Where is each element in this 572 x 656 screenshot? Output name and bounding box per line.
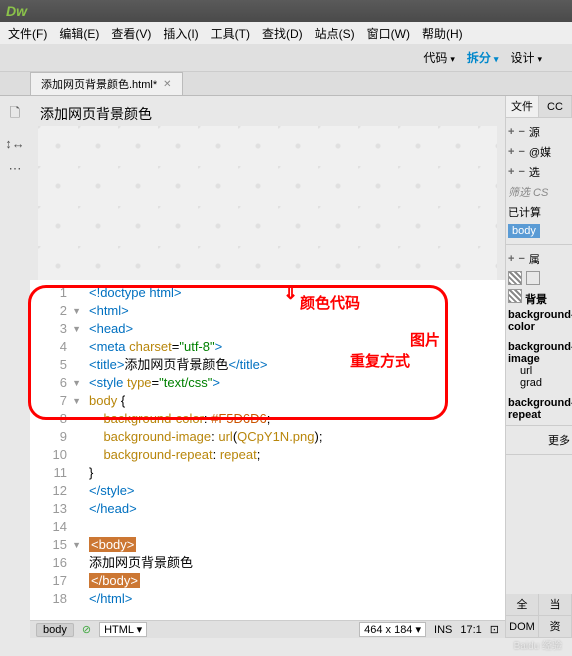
rp-more[interactable]: 更多 (506, 426, 572, 455)
sb-lang[interactable]: HTML ▾ (99, 622, 147, 637)
bg-icon (508, 289, 522, 303)
titlebar: Dw (0, 0, 572, 22)
preview-pattern (38, 126, 497, 280)
swatch-icon[interactable] (508, 271, 522, 285)
minus-icon[interactable]: − (518, 146, 524, 158)
prop-bgimage[interactable]: background-image (508, 341, 570, 365)
menubar: 文件(F) 编辑(E) 查看(V) 插入(I) 工具(T) 查找(D) 站点(S… (0, 22, 572, 44)
rp-tab-current[interactable]: 当 (539, 594, 572, 615)
minus-icon[interactable]: − (518, 126, 524, 138)
prop-grad[interactable]: grad (508, 377, 570, 389)
file-icon[interactable]: 🗋 (10, 104, 20, 126)
swatch-icon[interactable] (526, 271, 540, 285)
plus-icon[interactable]: + (508, 126, 514, 138)
rp-sources: + − 源 + − @媒 + − 选 筛选 CS 已计算 body (506, 118, 572, 245)
prop-url[interactable]: url (508, 365, 570, 377)
prop-bgrepeat[interactable]: background-repeat (508, 397, 570, 421)
rp-tab-res[interactable]: 资 (539, 616, 572, 637)
tab-close-icon[interactable]: ✕ (163, 79, 171, 90)
statusbar: body ⊘ HTML ▾ 464 x 184 ▾ INS 17:1 ⊡ (30, 620, 505, 638)
minus-icon[interactable]: − (518, 253, 524, 265)
main-area: 🗋 ↕↔ ⋯ 添加网页背景颜色 1 2▼ 3▼ 4 5 6▼ 7▼ 8 9 10… (0, 96, 572, 638)
rp-tabs: 文件 CC (506, 96, 572, 118)
plus-icon[interactable]: + (508, 253, 514, 265)
minus-icon[interactable]: − (518, 166, 524, 178)
sb-enc-icon[interactable]: ⊡ (490, 623, 499, 636)
plus-icon[interactable]: + (508, 166, 514, 178)
editor-area: 添加网页背景颜色 1 2▼ 3▼ 4 5 6▼ 7▼ 8 9 10 11 12 … (30, 96, 506, 638)
code-content[interactable]: <!doctype html> <html> <head> <meta char… (85, 280, 505, 620)
arrow-icon: ⇓ (283, 283, 298, 304)
view-design[interactable]: 设计 (510, 49, 542, 66)
rp-properties: + − 属 背景 background-color background-ima… (506, 245, 572, 426)
document-tab[interactable]: 添加网页背景颜色.html* ✕ (30, 72, 183, 95)
preview-text: 添加网页背景颜色 (40, 104, 152, 124)
sb-pos: 17:1 (460, 624, 481, 636)
sb-ok-icon[interactable]: ⊘ (82, 623, 91, 636)
rp-tab-dom[interactable]: DOM (506, 616, 539, 637)
code-editor[interactable]: 1 2▼ 3▼ 4 5 6▼ 7▼ 8 9 10 11 12 13 14 15▼… (30, 280, 505, 620)
menu-find[interactable]: 查找(D) (258, 23, 307, 44)
sb-dimensions[interactable]: 464 x 184 ▾ (359, 622, 426, 637)
menu-view[interactable]: 查看(V) (107, 23, 155, 44)
view-split[interactable]: 拆分 (467, 49, 499, 66)
rp-tab-all[interactable]: 全 (506, 594, 539, 615)
app-logo: Dw (6, 3, 27, 19)
menu-window[interactable]: 窗口(W) (363, 23, 414, 44)
more-icon[interactable]: ⋯ (9, 161, 22, 177)
document-tabstrip: 添加网页背景颜色.html* ✕ (0, 72, 572, 96)
plus-icon[interactable]: + (508, 146, 514, 158)
menu-help[interactable]: 帮助(H) (418, 23, 467, 44)
live-preview[interactable]: 添加网页背景颜色 (30, 96, 505, 280)
rp-bottom-tabs2: DOM 资 (506, 616, 572, 638)
gutter: 1 2▼ 3▼ 4 5 6▼ 7▼ 8 9 10 11 12 13 14 15▼… (30, 280, 85, 620)
menu-file[interactable]: 文件(F) (4, 23, 51, 44)
menu-tools[interactable]: 工具(T) (207, 23, 254, 44)
ruler-icon[interactable]: ↕↔ (5, 136, 25, 151)
left-toolbar: 🗋 ↕↔ ⋯ (0, 96, 30, 638)
rp-tab-cc[interactable]: CC (539, 96, 572, 117)
prop-bgcolor[interactable]: background-color (508, 309, 570, 333)
sb-ins[interactable]: INS (434, 624, 452, 636)
rp-tab-file[interactable]: 文件 (506, 96, 539, 117)
view-code[interactable]: 代码 (423, 49, 455, 66)
menu-site[interactable]: 站点(S) (311, 23, 359, 44)
selector-body[interactable]: body (508, 224, 540, 238)
right-panel: 文件 CC + − 源 + − @媒 + − 选 筛选 CS 已计算 body … (506, 96, 572, 638)
menu-insert[interactable]: 插入(I) (159, 23, 202, 44)
sb-tag[interactable]: body (36, 623, 74, 637)
rp-bottom-tabs: 全 当 (506, 594, 572, 616)
watermark: Baidu 经验 (514, 637, 562, 652)
menu-edit[interactable]: 编辑(E) (55, 23, 103, 44)
view-toolbar: 代码 拆分 设计 (0, 44, 572, 72)
tab-title: 添加网页背景颜色.html* (41, 76, 157, 92)
